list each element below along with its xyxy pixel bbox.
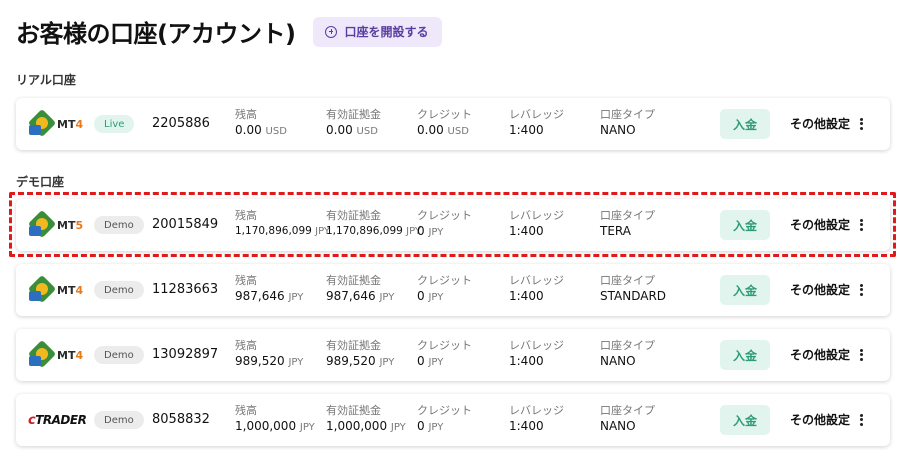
credit-field: クレジット 0 JPY: [417, 404, 472, 433]
account-card: MT4 Demo 11283663 残高 987,646 JPY 有効証拠金 9…: [16, 264, 890, 316]
account-card: cTRADER Demo 8058832 残高 1,000,000 JPY 有効…: [16, 394, 890, 446]
kebab-menu-icon: [859, 283, 863, 296]
deposit-button[interactable]: 入金: [720, 340, 770, 370]
equity-field: 有効証拠金 0.00 USD: [326, 108, 381, 137]
deposit-button[interactable]: 入金: [720, 109, 770, 139]
balance-field: 残高 0.00 USD: [235, 108, 287, 137]
kebab-menu-icon: [859, 413, 863, 426]
kebab-menu-icon: [859, 348, 863, 361]
section-demo-accounts: デモ口座: [16, 175, 65, 189]
status-badge: Demo: [94, 411, 144, 429]
section-real-accounts: リアル口座: [16, 73, 76, 87]
settings-menu-button[interactable]: その他設定: [790, 411, 863, 428]
balance-field: 残高 989,520 JPY: [235, 339, 304, 368]
balance-field: 残高 987,646 JPY: [235, 274, 304, 303]
equity-field: 有効証拠金 1,000,000 JPY: [326, 404, 406, 433]
metatrader-icon: [27, 339, 57, 369]
status-badge: Demo: [94, 346, 144, 364]
equity-field: 有効証拠金 1,170,896,099 JPY: [326, 209, 422, 237]
metatrader-icon: [27, 274, 57, 304]
equity-field: 有効証拠金 989,520 JPY: [326, 339, 395, 368]
open-account-label: 口座を開設する: [344, 25, 429, 39]
balance-field: 残高 1,000,000 JPY: [235, 404, 315, 433]
status-badge: Live: [94, 115, 135, 133]
kebab-menu-icon: [859, 117, 863, 130]
balance-field: 残高 1,170,896,099 JPY: [235, 209, 331, 237]
credit-field: クレジット 0 JPY: [417, 339, 472, 368]
mt4-logo: MT4: [27, 274, 83, 304]
leverage-field: レバレッジ 1:400: [509, 274, 564, 303]
account-card: MT4 Demo 13092897 残高 989,520 JPY 有効証拠金 9…: [16, 329, 890, 381]
deposit-button[interactable]: 入金: [720, 210, 770, 240]
page-header: お客様の口座(アカウント) 口座を開設する: [16, 14, 443, 49]
account-type-field: 口座タイプ NANO: [600, 404, 655, 433]
leverage-field: レバレッジ 1:400: [509, 404, 564, 433]
equity-field: 有効証拠金 987,646 JPY: [326, 274, 395, 303]
leverage-field: レバレッジ 1:400: [509, 339, 564, 368]
account-type-field: 口座タイプ NANO: [600, 108, 655, 137]
open-account-button[interactable]: 口座を開設する: [313, 16, 443, 47]
metatrader-icon: [27, 209, 57, 239]
credit-field: クレジット 0 JPY: [417, 274, 472, 303]
settings-menu-button[interactable]: その他設定: [790, 281, 863, 298]
metatrader-icon: [27, 108, 57, 138]
mt4-logo: MT4: [27, 108, 83, 138]
status-badge: Demo: [94, 216, 144, 234]
deposit-button[interactable]: 入金: [720, 275, 770, 305]
account-type-field: 口座タイプ NANO: [600, 339, 655, 368]
account-number: 11283663: [152, 282, 219, 297]
account-card: MT4 Live 2205886 残高 0.00 USD 有効証拠金 0.00 …: [16, 98, 890, 150]
account-number: 2205886: [152, 116, 210, 131]
credit-field: クレジット 0.00 USD: [417, 108, 472, 137]
leverage-field: レバレッジ 1:400: [509, 209, 564, 238]
account-card: MT5 Demo 20015849 残高 1,170,896,099 JPY 有…: [16, 199, 890, 251]
account-number: 8058832: [152, 412, 210, 427]
settings-menu-button[interactable]: その他設定: [790, 346, 863, 363]
settings-menu-button[interactable]: その他設定: [790, 115, 863, 132]
kebab-menu-icon: [859, 218, 863, 231]
account-type-field: 口座タイプ TERA: [600, 209, 655, 238]
account-number: 20015849: [152, 217, 219, 232]
status-badge: Demo: [94, 281, 144, 299]
account-number: 13092897: [152, 347, 219, 362]
leverage-field: レバレッジ 1:400: [509, 108, 564, 137]
credit-field: クレジット 0 JPY: [417, 209, 472, 238]
mt4-logo: MT4: [27, 339, 83, 369]
mt5-logo: MT5: [27, 209, 83, 239]
settings-menu-button[interactable]: その他設定: [790, 216, 863, 233]
page-title: お客様の口座(アカウント): [16, 20, 296, 48]
plus-circle-icon: [325, 25, 338, 38]
deposit-button[interactable]: 入金: [720, 405, 770, 435]
account-type-field: 口座タイプ STANDARD: [600, 274, 667, 303]
ctrader-logo: cTRADER: [28, 412, 87, 428]
